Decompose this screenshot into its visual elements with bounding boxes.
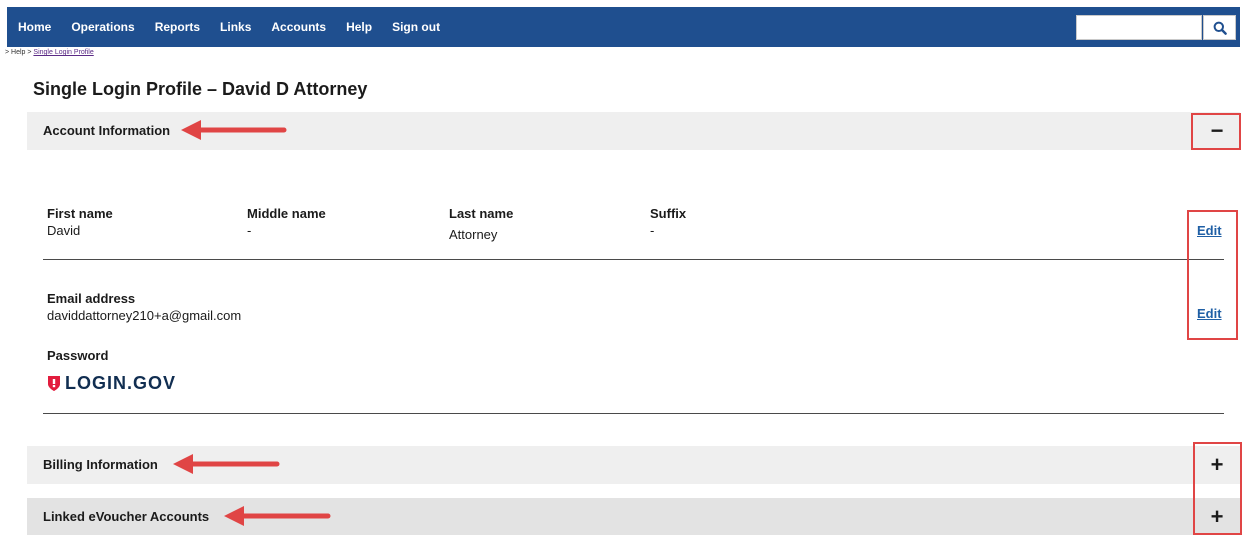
main-nav: Home Operations Reports Links Accounts H… bbox=[18, 7, 460, 47]
search-input[interactable] bbox=[1076, 15, 1202, 40]
first-name-label: First name bbox=[47, 206, 113, 221]
linked-evoucher-accounts-title: Linked eVoucher Accounts bbox=[43, 509, 210, 524]
billing-information-header[interactable]: Billing Information + bbox=[27, 446, 1240, 484]
nav-sign-out[interactable]: Sign out bbox=[392, 20, 440, 34]
middle-name-value: - bbox=[247, 223, 252, 238]
shield-icon bbox=[48, 375, 60, 391]
nav-links[interactable]: Links bbox=[220, 20, 251, 34]
search-icon bbox=[1213, 21, 1227, 35]
page-title: Single Login Profile – David D Attorney bbox=[33, 79, 368, 99]
annotation-box-collapse bbox=[1191, 113, 1241, 150]
annotation-box-edit-links bbox=[1187, 210, 1238, 340]
email-label: Email address bbox=[47, 291, 136, 306]
divider bbox=[43, 413, 1224, 414]
nav-reports[interactable]: Reports bbox=[155, 20, 200, 34]
linked-evoucher-accounts-header[interactable]: Linked eVoucher Accounts + bbox=[27, 498, 1240, 535]
top-nav-bar: Home Operations Reports Links Accounts H… bbox=[7, 7, 1240, 47]
account-information-header[interactable]: Account Information − bbox=[27, 112, 1240, 150]
password-label: Password bbox=[47, 348, 109, 363]
breadcrumb: > Help > Single Login Profile bbox=[5, 48, 94, 57]
last-name-label: Last name bbox=[449, 206, 514, 221]
email-value: daviddattorney210+a@gmail.com bbox=[47, 308, 242, 323]
middle-name-label: Middle name bbox=[247, 206, 326, 221]
suffix-label: Suffix bbox=[650, 206, 687, 221]
account-information-title: Account Information bbox=[43, 123, 171, 138]
nav-home[interactable]: Home bbox=[18, 20, 51, 34]
annotation-box-expand bbox=[1193, 442, 1242, 535]
last-name-value: Attorney bbox=[449, 227, 498, 242]
login-gov-text: LOGIN.GOV bbox=[65, 372, 177, 393]
search-button[interactable] bbox=[1203, 15, 1236, 40]
breadcrumb-current-link[interactable]: Single Login Profile bbox=[33, 49, 93, 56]
nav-operations[interactable]: Operations bbox=[71, 20, 134, 34]
breadcrumb-prefix: > Help > bbox=[5, 49, 34, 56]
nav-help[interactable]: Help bbox=[346, 20, 372, 34]
login-gov-logo: LOGIN.GOV bbox=[47, 372, 176, 394]
billing-information-title: Billing Information bbox=[43, 457, 158, 472]
nav-accounts[interactable]: Accounts bbox=[271, 20, 326, 34]
divider bbox=[43, 259, 1224, 260]
suffix-value: - bbox=[650, 223, 655, 238]
first-name-value: David bbox=[47, 223, 81, 238]
